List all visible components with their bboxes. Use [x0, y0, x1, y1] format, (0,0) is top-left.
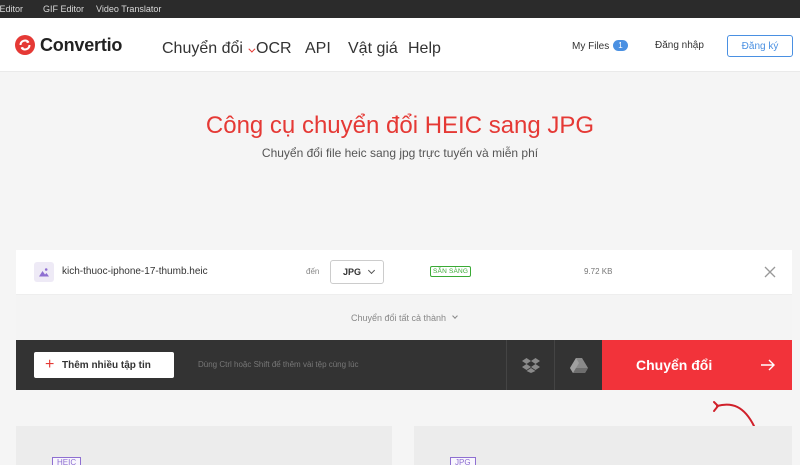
convert-all-label: Chuyển đổi tất cả thành — [350, 312, 447, 323]
my-files-label: My Files — [572, 41, 610, 52]
google-drive-icon — [569, 358, 588, 373]
login-link[interactable]: Đăng nhập — [655, 40, 704, 51]
close-icon[interactable] — [762, 264, 778, 280]
nav-api[interactable]: API — [305, 40, 331, 58]
convert-all-dropdown[interactable]: Chuyển đổi tất cả thành — [16, 295, 792, 340]
chevron-down-icon — [367, 266, 376, 275]
dropbox-icon — [521, 358, 540, 373]
target-format-value: JPG — [343, 267, 362, 277]
converter-card: kich-thuoc-iphone-17-thumb.heic đến JPG … — [16, 250, 792, 390]
status-badge: SẴN SÀNG — [430, 266, 472, 277]
my-files-count-badge: 1 — [613, 40, 628, 51]
target-format-select[interactable]: JPG — [330, 260, 384, 284]
top-link-video-editor[interactable]: o Editor — [0, 4, 23, 14]
convertio-logo-icon — [15, 35, 35, 55]
target-format-tag: JPG — [450, 457, 476, 465]
add-more-files-button[interactable]: + Thêm nhiều tập tin — [34, 352, 174, 378]
signup-button[interactable]: Đăng ký — [727, 35, 793, 57]
convert-button[interactable]: Chuyển đổi — [602, 340, 792, 390]
nav-help[interactable]: Help — [408, 40, 441, 58]
nav-convert-label: Chuyển đổi — [162, 40, 243, 57]
nav-pricing[interactable]: Vật giá — [348, 40, 398, 58]
file-row: kich-thuoc-iphone-17-thumb.heic đến JPG … — [16, 250, 792, 295]
action-bar: + Thêm nhiều tập tin Dùng Ctrl hoặc Shif… — [16, 340, 792, 390]
convert-button-label: Chuyển đổi — [636, 357, 713, 373]
page-subtitle: Chuyển đổi file heic sang jpg trực tuyến… — [261, 146, 539, 160]
site-header: Convertio Chuyển đổi OCR API Vật giá Hel… — [0, 18, 800, 72]
top-link-gif-editor[interactable]: GIF Editor — [43, 4, 84, 14]
arrow-right-icon — [761, 359, 775, 371]
dropbox-button[interactable] — [506, 340, 554, 390]
plus-icon: + — [45, 356, 55, 373]
source-format-tag: HEIC — [52, 457, 82, 465]
chevron-down-icon — [452, 313, 458, 319]
logo[interactable]: Convertio — [14, 34, 122, 56]
file-name: kich-thuoc-iphone-17-thumb.heic — [62, 266, 208, 277]
top-link-video-translator[interactable]: Video Translator — [96, 4, 161, 14]
add-more-label: Thêm nhiều tập tin — [62, 359, 151, 371]
page-title: Công cụ chuyển đổi HEIC sang JPG — [205, 112, 595, 139]
file-size: 9.72 KB — [584, 267, 613, 276]
source-format-card: HEIC — [16, 426, 392, 465]
image-file-icon — [34, 262, 54, 282]
nav-convert[interactable]: Chuyển đổi — [162, 40, 256, 58]
target-format-card: JPG — [414, 426, 792, 465]
nav-ocr[interactable]: OCR — [256, 40, 292, 58]
google-drive-button[interactable] — [554, 340, 602, 390]
multi-select-hint: Dùng Ctrl hoặc Shift để thêm vài tệp cùn… — [198, 360, 359, 369]
top-strip: o Editor GIF Editor Video Translator — [0, 0, 800, 18]
to-label: đến — [306, 267, 320, 276]
chevron-down-icon — [248, 45, 256, 53]
my-files-link[interactable]: My Files 1 — [572, 40, 628, 52]
logo-text: Convertio — [40, 34, 123, 55]
